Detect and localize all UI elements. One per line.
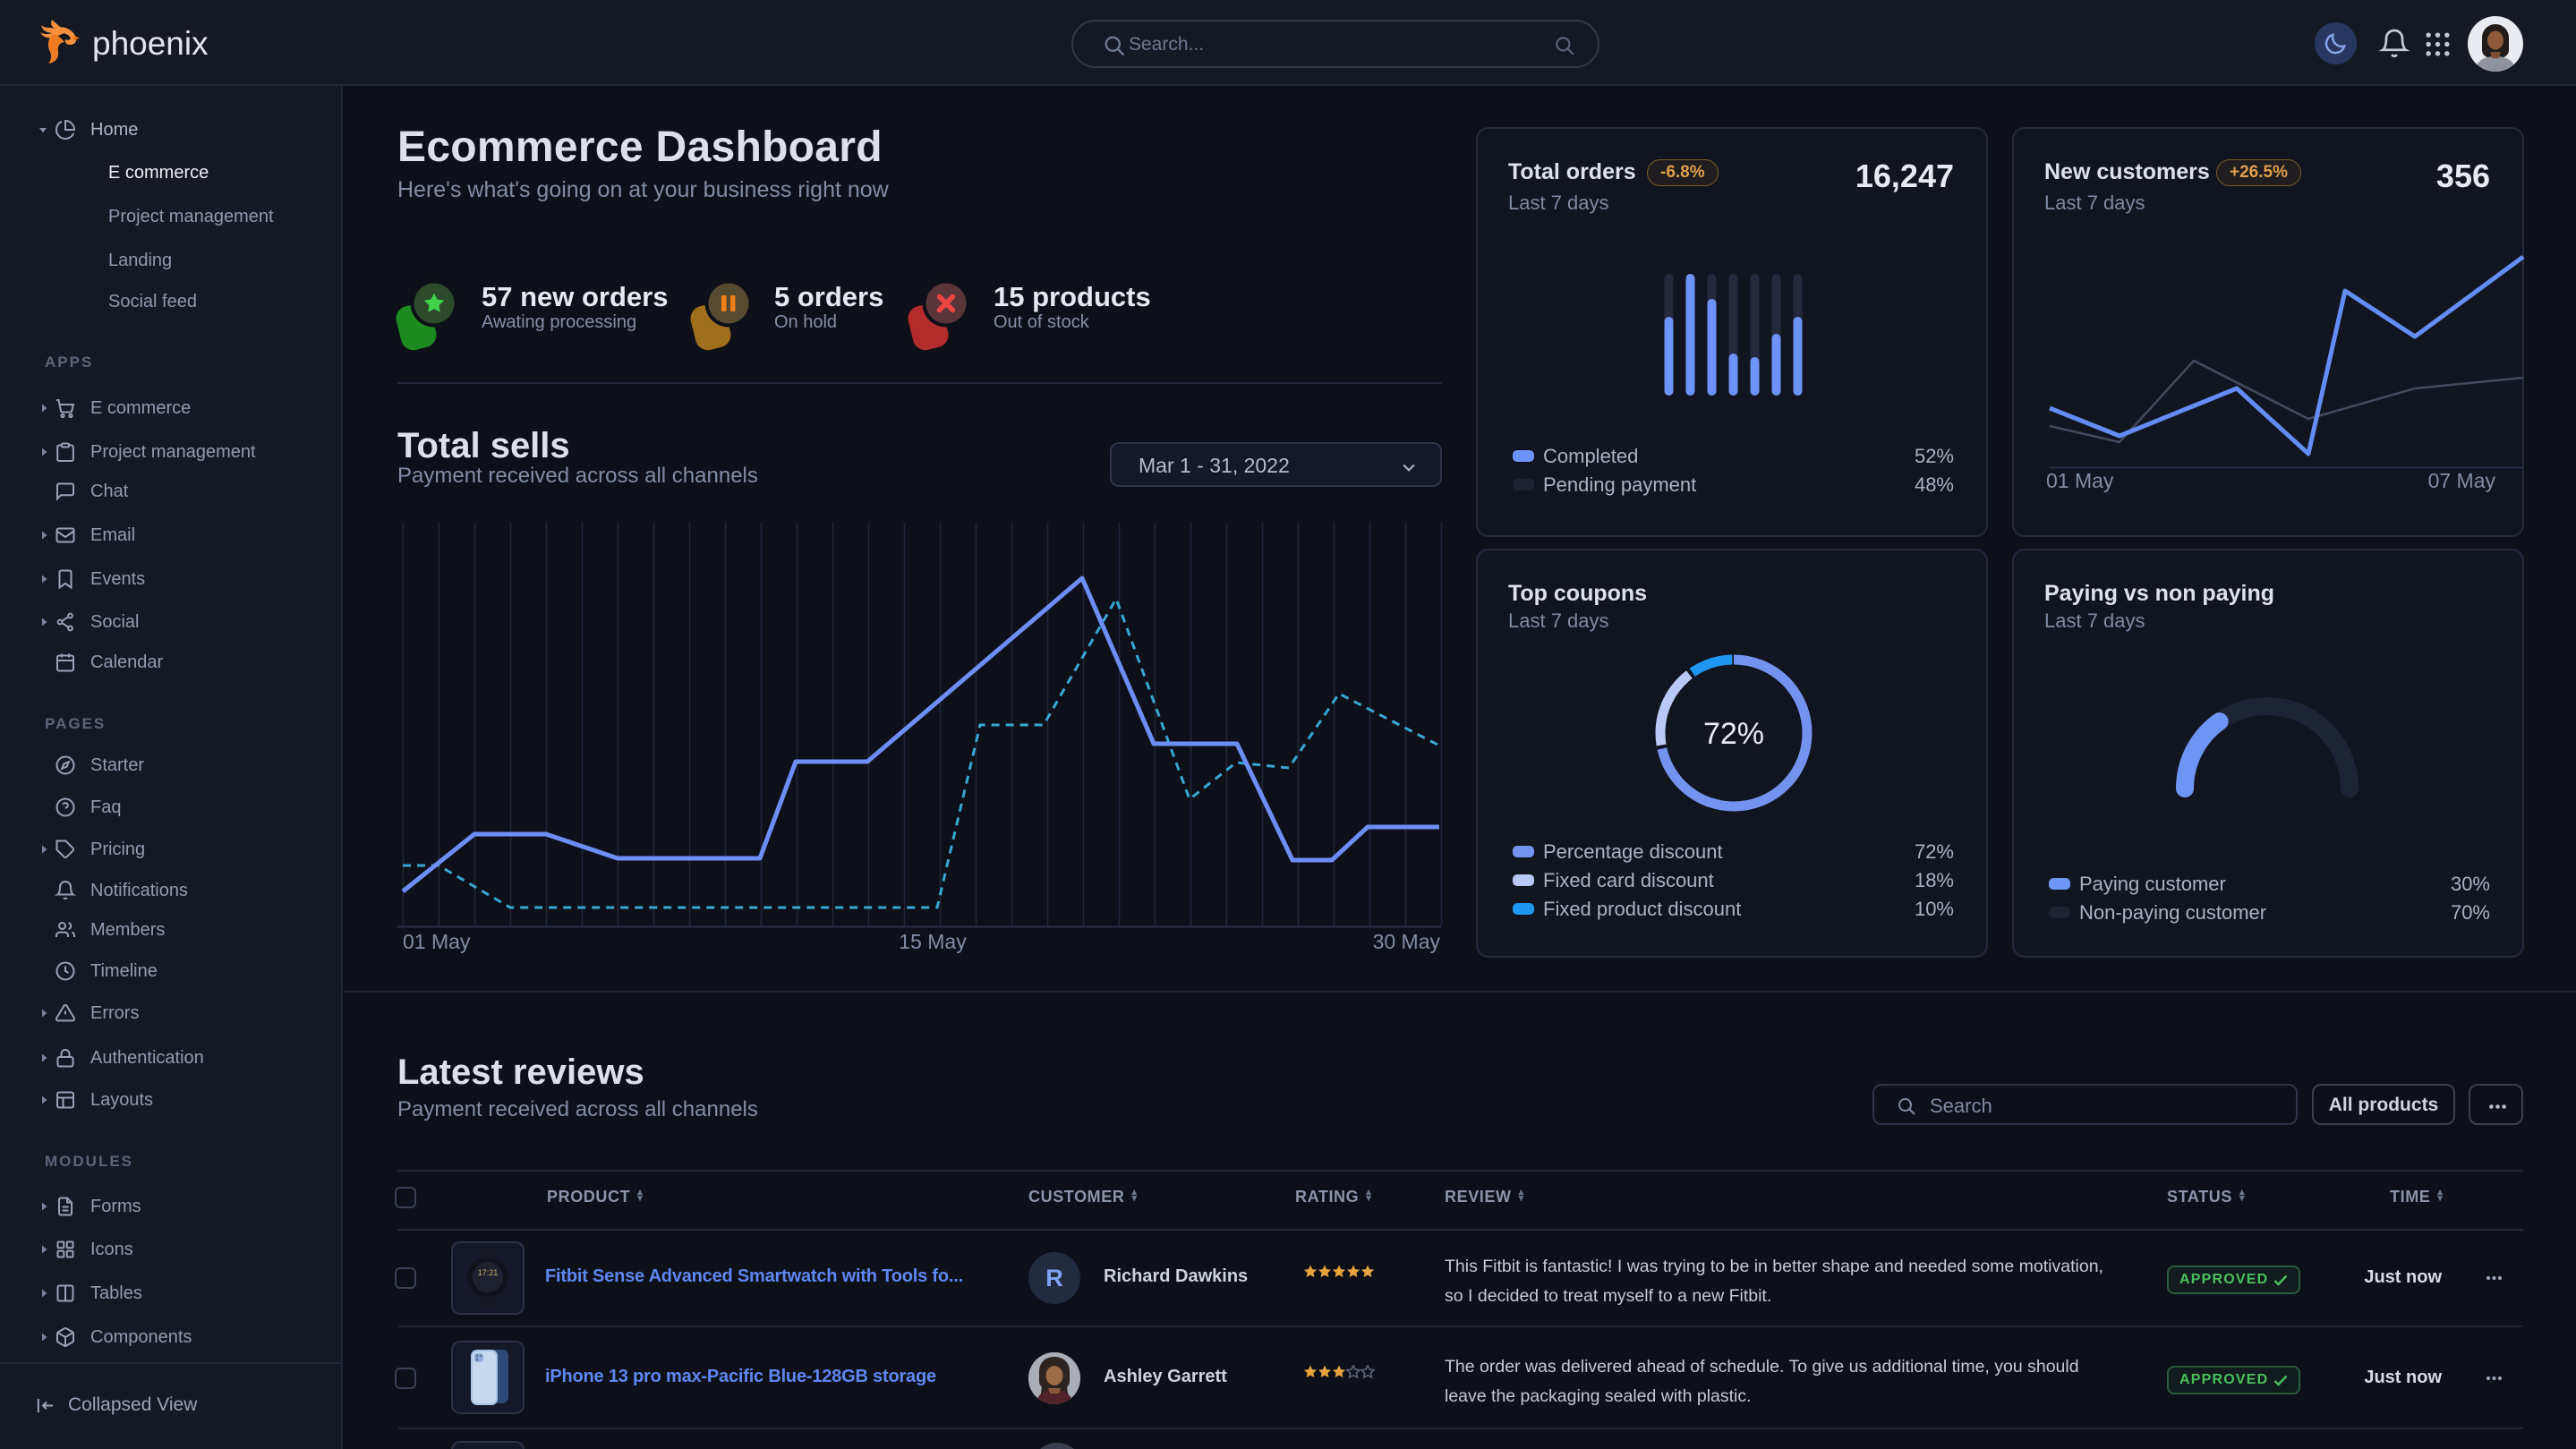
svg-text:15 May: 15 May: [899, 930, 967, 953]
svg-text:01 May: 01 May: [403, 930, 471, 953]
svg-text:17:21: 17:21: [478, 1268, 499, 1277]
svg-text:30 May: 30 May: [1373, 930, 1441, 953]
